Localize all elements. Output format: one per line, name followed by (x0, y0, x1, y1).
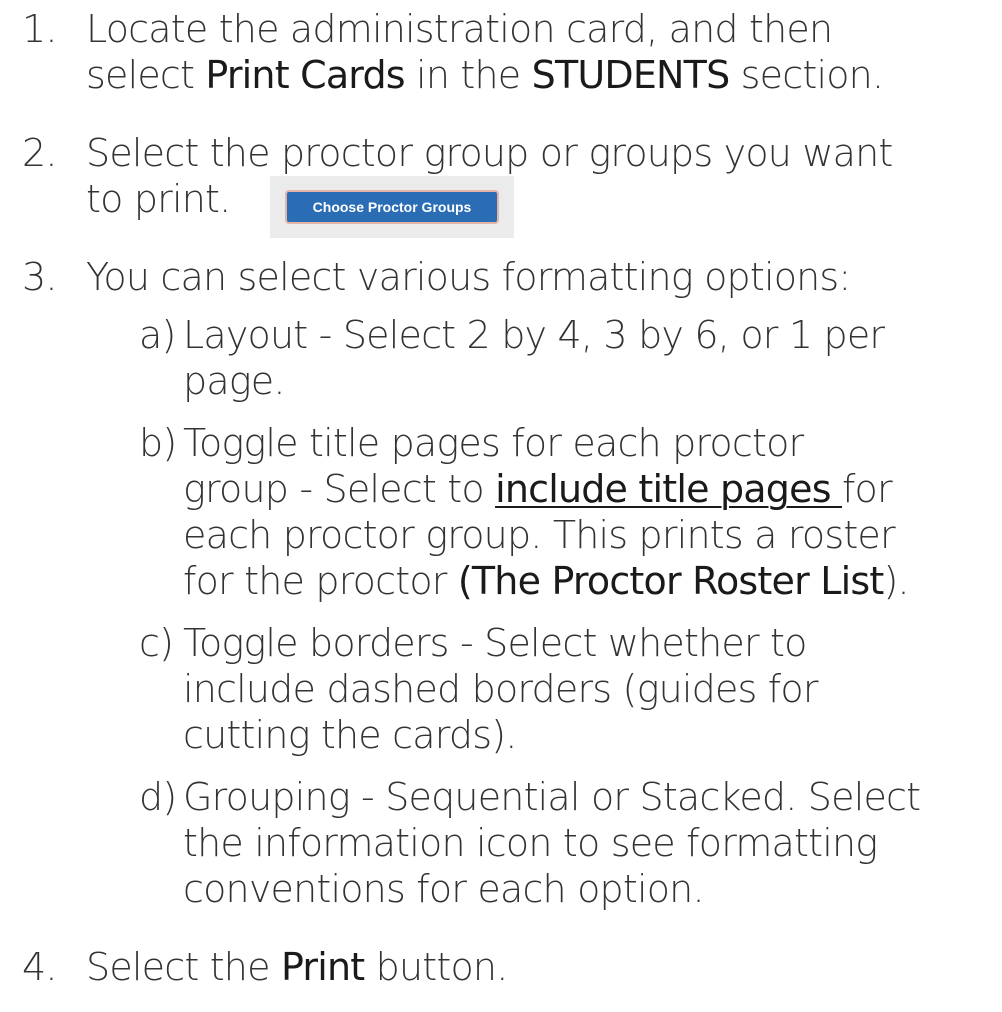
substep-line: for the proctor (The Proctor Roster List… (183, 558, 1002, 604)
text-run: ). (883, 559, 909, 603)
substep-text: Toggle borders - Select whether to inclu… (183, 620, 1002, 758)
step-number: 4. (22, 945, 57, 989)
step-text: Locate the administration card, and then… (86, 6, 1002, 98)
substep-letter: b) (139, 421, 177, 465)
step-number: 2. (22, 131, 57, 175)
text-run: button. (364, 945, 509, 989)
students-section-label: STUDENTS (531, 53, 731, 97)
step-number: 3. (22, 255, 57, 299)
substep-line: Toggle title pages for each proctor (183, 421, 804, 465)
include-title-pages-link[interactable]: include title pages (495, 467, 842, 511)
step-text: Select the Print button. (86, 944, 1002, 990)
text-run: for (841, 467, 893, 511)
step-number: 1. (22, 7, 57, 51)
step-text: Select the proctor group or groups you w… (86, 130, 1002, 222)
proctor-roster-list-label: (The Proctor Roster List (457, 559, 884, 603)
print-cards-label: Print Cards (205, 53, 405, 97)
step-text: You can select various formatting option… (86, 254, 1002, 300)
substep-letter: d) (139, 775, 177, 819)
substep-line: Grouping - Sequential or Stacked. Select (183, 775, 921, 819)
text-run: for the proctor (183, 559, 458, 603)
substep-line: each proctor group. This prints a roster (183, 513, 896, 557)
choose-proctor-groups-button[interactable]: Choose Proctor Groups (285, 190, 499, 224)
substep-text: Grouping - Sequential or Stacked. Select… (183, 774, 1002, 912)
text-run: select (86, 53, 206, 97)
substep-line: the information icon to see formatting (183, 821, 878, 865)
step-line: You can select various formatting option… (86, 255, 851, 299)
substep-letter: a) (139, 313, 176, 357)
step-line: Select the proctor group or groups you w… (86, 131, 893, 175)
substep-line: group - Select to include title pages fo… (183, 466, 1002, 512)
substep-letter: c) (139, 621, 174, 665)
step-line: to print. (86, 177, 231, 221)
text-run: in the (404, 53, 532, 97)
instructions-document: 1. Locate the administration card, and t… (0, 0, 1002, 1012)
step-line: select Print Cards in the STUDENTS secti… (86, 52, 1002, 98)
print-button-label: Print (280, 945, 365, 989)
text-run: Select the (86, 945, 281, 989)
substep-text: Layout - Select 2 by 4, 3 by 6, or 1 per… (183, 312, 1002, 404)
substep-line: page. (183, 359, 285, 403)
button-screenshot-frame: Choose Proctor Groups (270, 176, 514, 238)
substep-line: conventions for each option. (183, 867, 705, 911)
substep-text: Toggle title pages for each proctor grou… (183, 420, 1002, 604)
text-run: group - Select to (183, 467, 496, 511)
substep-line: include dashed borders (guides for (183, 667, 818, 711)
substep-line: Layout - Select 2 by 4, 3 by 6, or 1 per (183, 313, 885, 357)
substep-line: cutting the cards). (183, 713, 517, 757)
step-line: Locate the administration card, and then (86, 7, 833, 51)
substep-line: Toggle borders - Select whether to (183, 621, 807, 665)
step-line: Select the Print button. (86, 944, 1002, 990)
text-run: section. (729, 53, 884, 97)
